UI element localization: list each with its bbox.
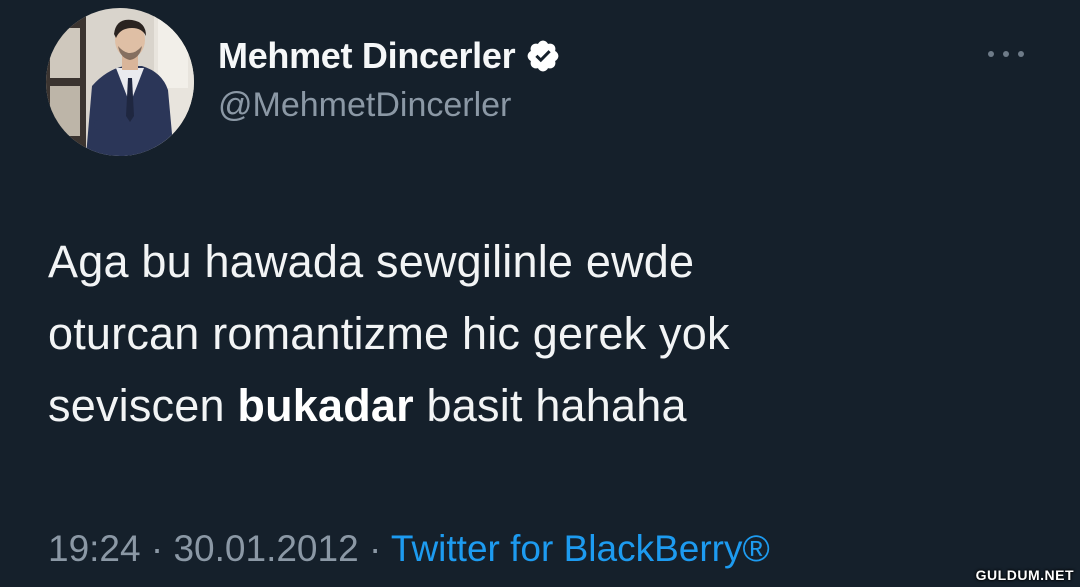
meta-separator: ·	[140, 528, 174, 569]
more-dot	[1003, 51, 1009, 57]
more-dots-icon[interactable]	[982, 40, 1030, 68]
verified-badge-icon	[527, 40, 559, 72]
more-dot	[988, 51, 994, 57]
more-dot	[1018, 51, 1024, 57]
author-handle[interactable]: @MehmetDincerler	[218, 86, 511, 125]
tweet-bold-word: bukadar	[237, 380, 414, 431]
display-name[interactable]: Mehmet Dincerler	[218, 35, 516, 77]
tweet-date[interactable]: 30.01.2012	[173, 528, 358, 569]
tweet-source-link[interactable]: Twitter for BlackBerry®	[391, 528, 770, 569]
tweet-line-1: Aga bu hawada sewgilinle ewde	[48, 236, 695, 287]
avatar[interactable]	[46, 8, 194, 156]
tweet-card: Mehmet Dincerler @MehmetDincerler Aga bu…	[0, 0, 1080, 587]
meta-separator: ·	[358, 528, 391, 569]
watermark: GULDUM.NET	[975, 567, 1074, 583]
tweet-meta: 19:24 · 30.01.2012 · Twitter for BlackBe…	[48, 528, 770, 570]
author-name-row: Mehmet Dincerler	[218, 34, 561, 78]
tweet-line-2: oturcan romantizme hic gerek yok	[48, 308, 730, 359]
profile-photo	[46, 8, 194, 156]
tweet-time[interactable]: 19:24	[48, 528, 141, 569]
tweet-text: Aga bu hawada sewgilinle ewde oturcan ro…	[48, 226, 1048, 442]
tweet-line-3: seviscen bukadar basit hahaha	[48, 370, 1048, 442]
tweet-line-3-end: basit hahaha	[413, 380, 687, 431]
tweet-line-3-start: seviscen	[48, 380, 238, 431]
